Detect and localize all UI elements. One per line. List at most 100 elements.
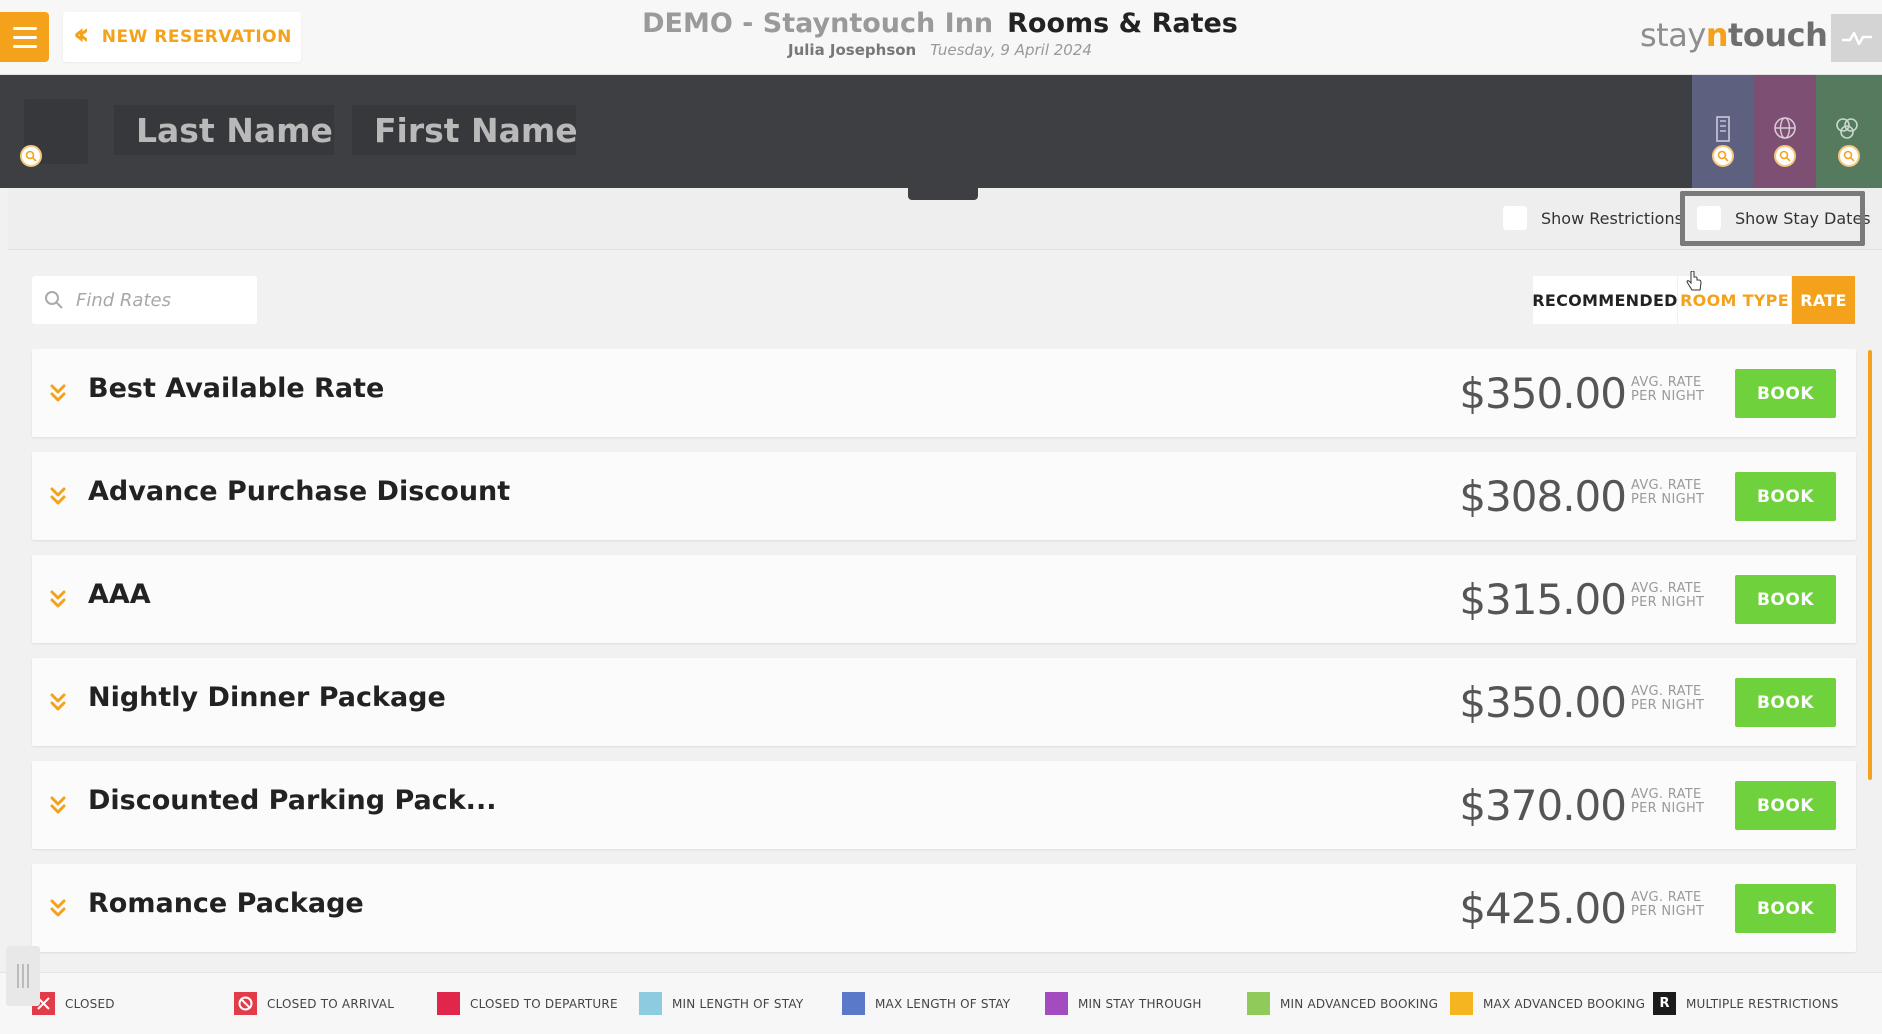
hand-cursor-icon bbox=[1686, 271, 1702, 291]
multiple-restrictions-icon: R bbox=[1653, 992, 1676, 1015]
new-reservation-back-button[interactable]: ‹‹ NEW RESERVATION bbox=[63, 12, 301, 62]
rate-row[interactable]: AAA $315.00 AVG. RATE PER NIGHT BOOK bbox=[32, 555, 1856, 643]
legend-item: MIN LENGTH OF STAY bbox=[639, 992, 803, 1015]
avg-rate-label: AVG. RATE PER NIGHT bbox=[1631, 787, 1705, 816]
legend-label: CLOSED TO ARRIVAL bbox=[267, 996, 395, 1011]
restrictions-legend: CLOSED CLOSED TO ARRIVAL CLOSED TO DEPARTU… bbox=[0, 972, 1882, 1034]
legend-label: MIN STAY THROUGH bbox=[1078, 996, 1202, 1011]
tab-travel-agent[interactable] bbox=[1754, 75, 1816, 188]
rate-name: Discounted Parking Pack... bbox=[88, 785, 497, 816]
tab-rate[interactable]: RATE bbox=[1792, 276, 1855, 324]
avg-rate-label: AVG. RATE PER NIGHT bbox=[1631, 478, 1705, 507]
tab-group[interactable] bbox=[1816, 75, 1882, 188]
menu-icon-line bbox=[12, 26, 37, 30]
rate-name: Advance Purchase Discount bbox=[88, 476, 511, 507]
scrollbar[interactable] bbox=[1868, 350, 1872, 780]
legend-label: MIN LENGTH OF STAY bbox=[672, 996, 804, 1011]
find-rates-search[interactable] bbox=[32, 276, 257, 324]
double-chevron-down-icon[interactable] bbox=[48, 587, 68, 611]
legend-item: CLOSED TO DEPARTURE bbox=[437, 992, 618, 1015]
legend-swatch bbox=[1247, 992, 1270, 1015]
legend-label: CLOSED bbox=[65, 996, 115, 1011]
book-button[interactable]: BOOK bbox=[1735, 369, 1836, 418]
drawer-handle[interactable] bbox=[6, 946, 40, 1006]
menu-icon-line bbox=[12, 35, 37, 39]
rate-name: Romance Package bbox=[88, 888, 364, 919]
legend-swatch bbox=[1450, 992, 1473, 1015]
rate-name: Nightly Dinner Package bbox=[88, 682, 446, 713]
double-chevron-left-icon: ‹‹ bbox=[73, 17, 89, 52]
hamburger-menu-button[interactable] bbox=[0, 12, 49, 62]
legend-item: CLOSED TO ARRIVAL bbox=[234, 992, 394, 1015]
rate-row[interactable]: Advance Purchase Discount $308.00 AVG. RAT… bbox=[32, 452, 1856, 540]
stayntouch-logo: stayntouch bbox=[1640, 16, 1828, 54]
page-title: Rooms & Rates bbox=[1007, 8, 1238, 39]
legend-label: MAX LENGTH OF STAY bbox=[875, 996, 1011, 1011]
search-icon[interactable] bbox=[20, 145, 42, 167]
double-chevron-down-icon[interactable] bbox=[48, 484, 68, 508]
search-icon bbox=[1838, 145, 1860, 167]
avg-rate-label: AVG. RATE PER NIGHT bbox=[1631, 581, 1705, 610]
rate-price: $350.00 bbox=[1459, 678, 1627, 727]
group-icon bbox=[1836, 118, 1858, 139]
legend-item: MAX ADVANCED BOOKING bbox=[1450, 992, 1645, 1015]
avg-rate-label: AVG. RATE PER NIGHT bbox=[1631, 375, 1705, 404]
legend-label: MAX ADVANCED BOOKING bbox=[1483, 996, 1646, 1011]
book-button[interactable]: BOOK bbox=[1735, 472, 1836, 521]
book-button[interactable]: BOOK bbox=[1735, 575, 1836, 624]
activity-pulse-button[interactable] bbox=[1831, 14, 1882, 62]
checkbox[interactable] bbox=[1503, 206, 1527, 230]
header-title-block: DEMO - Stayntouch Inn Rooms & Rates Julia… bbox=[620, 8, 1260, 59]
legend-item: R MULTIPLE RESTRICTIONS bbox=[1653, 992, 1839, 1015]
first-name-input[interactable] bbox=[352, 105, 576, 155]
menu-icon-line bbox=[12, 44, 37, 48]
legend-label: MULTIPLE RESTRICTIONS bbox=[1686, 996, 1839, 1011]
legend-swatch bbox=[1045, 992, 1068, 1015]
double-chevron-down-icon[interactable] bbox=[48, 896, 68, 920]
building-icon bbox=[1716, 116, 1730, 142]
rate-row[interactable]: Best Available Rate $350.00 AVG. RATE PER N… bbox=[32, 349, 1856, 437]
book-button[interactable]: BOOK bbox=[1735, 781, 1836, 830]
rate-price: $370.00 bbox=[1459, 781, 1627, 830]
avg-rate-label: AVG. RATE PER NIGHT bbox=[1631, 890, 1705, 919]
avg-rate-label: AVG. RATE PER NIGHT bbox=[1631, 684, 1705, 713]
highlight-frame bbox=[1680, 191, 1865, 246]
rate-row[interactable]: Romance Package $425.00 AVG. RATE PER NIGHT… bbox=[32, 864, 1856, 952]
double-chevron-down-icon[interactable] bbox=[48, 690, 68, 714]
rate-row[interactable]: Discounted Parking Pack... $370.00 AVG. RA… bbox=[32, 761, 1856, 849]
show-restrictions-toggle[interactable]: Show Restrictions bbox=[1503, 206, 1683, 230]
search-icon bbox=[1712, 145, 1734, 167]
legend-item: CLOSED bbox=[32, 992, 115, 1015]
legend-item: MAX LENGTH OF STAY bbox=[842, 992, 1010, 1015]
tab-recommended[interactable]: RECOMMENDED bbox=[1532, 276, 1677, 324]
legend-swatch bbox=[639, 992, 662, 1015]
legend-label: MIN ADVANCED BOOKING bbox=[1280, 996, 1439, 1011]
search-icon bbox=[45, 291, 63, 309]
rate-row[interactable]: Nightly Dinner Package $350.00 AVG. RATE PE… bbox=[32, 658, 1856, 746]
book-button[interactable]: BOOK bbox=[1735, 678, 1836, 727]
pulse-icon bbox=[1841, 31, 1872, 46]
guest-search-band bbox=[0, 75, 1882, 188]
book-button[interactable]: BOOK bbox=[1735, 884, 1836, 933]
rate-price: $350.00 bbox=[1459, 369, 1627, 418]
rate-price: $315.00 bbox=[1459, 575, 1627, 624]
no-entry-icon bbox=[234, 992, 257, 1015]
hotel-name: DEMO - Stayntouch Inn bbox=[642, 8, 994, 39]
top-bar: ‹‹ NEW RESERVATION DEMO - Stayntouch Inn… bbox=[0, 0, 1882, 75]
rate-price: $425.00 bbox=[1459, 884, 1627, 933]
double-chevron-down-icon[interactable] bbox=[48, 381, 68, 405]
legend-item: MIN ADVANCED BOOKING bbox=[1247, 992, 1438, 1015]
double-chevron-down-icon[interactable] bbox=[48, 793, 68, 817]
rate-name: Best Available Rate bbox=[88, 373, 385, 404]
tab-company-card[interactable] bbox=[1692, 75, 1754, 188]
user-name: Julia Josephson bbox=[788, 41, 917, 59]
legend-label: CLOSED TO DEPARTURE bbox=[470, 996, 618, 1011]
last-name-input[interactable] bbox=[114, 105, 334, 155]
rate-price: $308.00 bbox=[1459, 472, 1627, 521]
find-rates-input[interactable] bbox=[76, 289, 246, 311]
back-button-label: NEW RESERVATION bbox=[101, 27, 292, 47]
search-icon bbox=[1774, 145, 1796, 167]
business-date: Tuesday, 9 April 2024 bbox=[930, 41, 1092, 59]
rate-name: AAA bbox=[88, 579, 151, 610]
search-band-pull-handle[interactable] bbox=[908, 188, 978, 200]
